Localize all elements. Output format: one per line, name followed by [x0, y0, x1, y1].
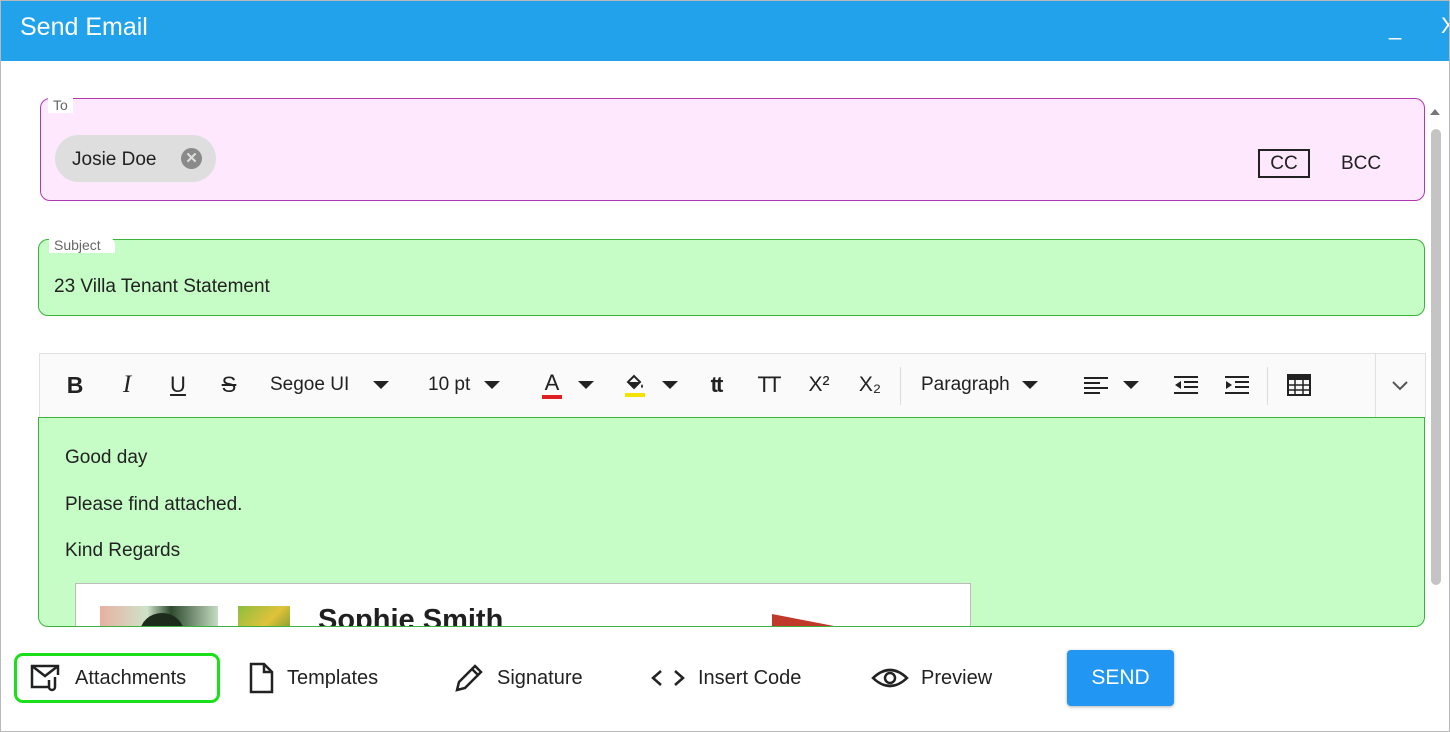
more-toolbar-button[interactable] [1385, 361, 1415, 409]
remove-recipient-icon[interactable]: ✕ [181, 148, 202, 169]
paint-bucket-icon [624, 373, 646, 397]
indent-button[interactable] [1220, 361, 1254, 409]
templates-button[interactable]: Templates [247, 653, 378, 703]
italic-button[interactable]: I [111, 361, 143, 409]
recipient-name: Josie Doe [72, 149, 157, 170]
preview-button[interactable]: Preview [871, 653, 992, 703]
signature-button[interactable]: Signature [453, 653, 583, 703]
pencil-icon [455, 664, 483, 692]
code-icon [651, 670, 685, 686]
templates-label: Templates [287, 666, 379, 689]
attachment-mail-icon [30, 664, 60, 692]
chevron-down-icon [1392, 381, 1408, 391]
italic-icon: I [122, 371, 132, 398]
preview-label: Preview [921, 666, 993, 689]
strikethrough-icon: S [221, 372, 237, 397]
uppercase-icon: TT [757, 372, 782, 397]
font-family-value: Segoe UI [270, 374, 350, 395]
alignment-select[interactable] [1077, 361, 1141, 409]
subject-label: Subject [49, 237, 115, 253]
block-format-select[interactable]: Paragraph [915, 361, 1057, 409]
toolbar-divider [1375, 354, 1376, 417]
send-button[interactable]: SEND [1067, 650, 1174, 706]
eye-icon [871, 668, 909, 688]
insert-code-label: Insert Code [698, 666, 802, 689]
highlight-color-swatch [625, 393, 645, 397]
underline-icon: U [170, 372, 186, 397]
strikethrough-button[interactable]: S [213, 361, 245, 409]
attachments-label: Attachments [75, 666, 187, 689]
lowercase-button[interactable]: tt [700, 361, 732, 409]
insert-table-button[interactable] [1282, 361, 1316, 409]
outdent-button[interactable] [1169, 361, 1203, 409]
outdent-icon [1174, 376, 1198, 394]
signature-photo [100, 606, 218, 626]
scrollbar-thumb[interactable] [1431, 129, 1441, 585]
table-icon [1287, 374, 1311, 396]
highlight-color-button[interactable] [621, 361, 683, 409]
bold-button[interactable]: B [59, 361, 91, 409]
attachments-button[interactable]: Attachments [14, 653, 220, 703]
signature-name: Sophie Smith [318, 604, 504, 627]
subscript-button[interactable]: X₂ [854, 361, 886, 409]
indent-icon [1225, 376, 1249, 394]
chevron-down-icon [1123, 381, 1139, 389]
send-email-dialog: Send Email _ X To Josie Doe ✕ CC BCC Sub… [0, 0, 1450, 732]
font-color-button[interactable]: A [539, 361, 601, 409]
close-button[interactable]: X [1441, 13, 1449, 39]
superscript-icon: X² [808, 373, 830, 396]
chevron-down-icon [578, 381, 594, 389]
uppercase-button[interactable]: TT [751, 361, 785, 409]
title-bar: Send Email _ X [1, 1, 1449, 61]
lowercase-icon: tt [710, 372, 724, 397]
editor-toolbar [39, 353, 1426, 418]
signature-flag-graphic [772, 614, 834, 626]
underline-button[interactable]: U [162, 361, 194, 409]
font-size-value: 10 pt [428, 374, 471, 395]
block-format-value: Paragraph [921, 374, 1010, 395]
align-left-icon [1084, 377, 1108, 394]
insert-code-button[interactable]: Insert Code [650, 653, 801, 703]
toolbar-divider [1267, 367, 1268, 405]
bold-icon: B [66, 371, 84, 398]
scroll-up-arrow-icon[interactable] [1430, 109, 1440, 115]
font-color-icon: A [542, 371, 562, 399]
font-size-select[interactable]: 10 pt [423, 361, 511, 409]
chevron-down-icon [373, 381, 390, 389]
toolbar-divider [900, 367, 901, 405]
email-signature-card: Sophie Smith [75, 583, 971, 627]
minimize-button[interactable]: _ [1389, 15, 1401, 41]
chevron-down-icon [662, 381, 678, 389]
signature-label: Signature [497, 666, 583, 689]
to-field[interactable] [40, 98, 1425, 201]
message-body-editor[interactable]: Good day Please find attached. Kind Rega… [38, 417, 1425, 627]
chevron-down-icon [1021, 381, 1038, 389]
cc-button[interactable]: CC [1258, 149, 1310, 178]
subject-input-value[interactable]: 23 Villa Tenant Statement [54, 276, 270, 298]
signature-logo [238, 606, 290, 626]
body-line: Please find attached. [65, 494, 243, 515]
bcc-button[interactable]: BCC [1333, 149, 1389, 178]
to-label: To [48, 97, 73, 113]
font-color-swatch [542, 394, 562, 399]
chevron-down-icon [484, 381, 501, 389]
superscript-button[interactable]: X² [803, 361, 835, 409]
body-line: Kind Regards [65, 540, 181, 561]
recipient-chip[interactable]: Josie Doe ✕ [55, 135, 216, 182]
font-family-select[interactable]: Segoe UI [265, 361, 399, 409]
dialog-title: Send Email [20, 13, 148, 41]
file-icon [249, 662, 274, 694]
subscript-icon: X₂ [858, 373, 882, 396]
body-line: Good day [65, 447, 148, 468]
